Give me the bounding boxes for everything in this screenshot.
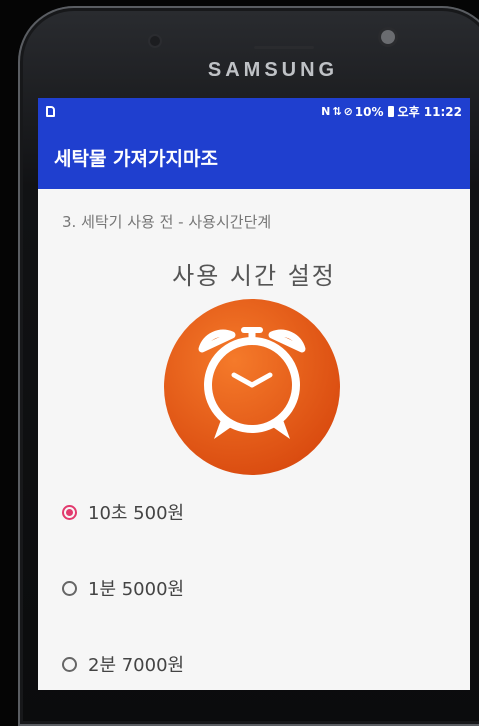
step-description: 3. 세탁기 사용 전 - 사용시간단계 [62,213,272,231]
sd-card-icon [46,106,55,117]
speaker-grille [254,46,314,49]
battery-percent: 10% [354,104,384,119]
option-10sec[interactable]: 10초 500원 [62,499,184,525]
app-title: 세탁물 가져가지마조 [54,147,218,170]
radio-button[interactable] [62,580,77,596]
device-brand: SAMSUNG [207,59,339,81]
app-bar: 세탁물 가져가지마조 [38,125,470,189]
battery-icon [387,106,394,117]
option-label: 2분 7000원 [88,655,185,676]
option-label: 10초 500원 [88,503,185,524]
alarm-icon: ⊘ [343,105,353,118]
option-1min[interactable]: 1분 5000원 [62,575,184,601]
radio-button[interactable] [62,656,77,672]
nfc-icon: N [321,105,331,118]
radio-button[interactable] [62,504,77,520]
status-bar: N ⇅ ⊘ 10% 오후 11:22 [38,98,470,125]
alarm-clock-icon [162,297,342,477]
main-content: 3. 세탁기 사용 전 - 사용시간단계 사용 시간 설정 10초 500원 1… [38,189,470,690]
status-time: 오후 11:22 [397,105,462,119]
option-2min[interactable]: 2분 7000원 [62,651,184,677]
phone-screen: N ⇅ ⊘ 10% 오후 11:22 세탁물 가져가지마조 3. 세탁기 사용 … [38,98,470,690]
page-heading: 사용 시간 설정 [172,262,336,290]
vibrate-icon: ⇅ [332,105,342,118]
front-camera-icon [381,30,395,44]
camera-icon [150,36,160,46]
option-label: 1분 5000원 [88,579,185,600]
